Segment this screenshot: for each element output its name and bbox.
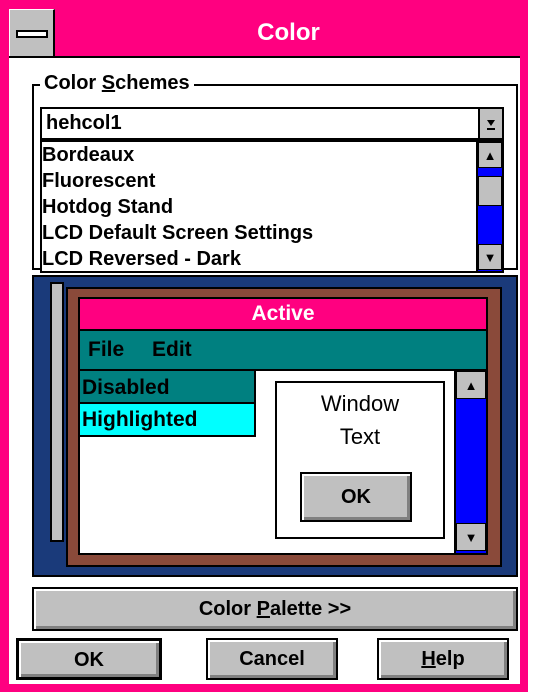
window-text-line2[interactable]: Text [275, 424, 445, 450]
menu-edit[interactable]: Edit [152, 337, 192, 363]
window-title: Color [257, 19, 320, 46]
list-item[interactable]: Bordeaux [42, 142, 134, 168]
color-palette-button[interactable]: Color Palette >> [32, 587, 518, 631]
scroll-thumb[interactable] [478, 176, 502, 206]
list-item[interactable]: LCD Default Screen Settings [42, 220, 313, 246]
preview-scrollbar[interactable]: ▲ ▼ [454, 371, 486, 553]
window-text-line1[interactable]: Window [275, 391, 445, 417]
inactive-window-preview[interactable] [50, 282, 64, 542]
up-arrow-icon[interactable]: ▲ [456, 371, 486, 399]
up-arrow-icon[interactable]: ▲ [478, 142, 502, 168]
menu-file[interactable]: File [88, 337, 124, 363]
disabled-text[interactable]: Disabled [80, 371, 256, 404]
ok-button[interactable]: OK [16, 638, 162, 680]
cancel-button[interactable]: Cancel [206, 638, 338, 680]
down-arrow-icon[interactable]: ▼ [456, 523, 486, 551]
preview-ok-button[interactable]: OK [300, 472, 412, 522]
list-item[interactable]: Fluorescent [42, 168, 155, 194]
color-scheme-selected[interactable]: hehcol1 [46, 109, 122, 138]
color-schemes-label: Color Schemes [40, 70, 194, 96]
system-menu-icon[interactable] [9, 9, 55, 56]
preview-menu-bar[interactable] [78, 331, 488, 369]
list-item[interactable]: Hotdog Stand [42, 194, 173, 220]
down-arrow-icon[interactable]: ▼ [478, 244, 502, 270]
active-title-bar[interactable]: Active [78, 297, 488, 331]
list-scrollbar[interactable]: ▲ ▼ [476, 142, 502, 271]
list-item[interactable]: LCD Reversed - Dark [42, 246, 241, 272]
dropdown-arrow-icon[interactable] [478, 109, 502, 138]
help-button[interactable]: Help [377, 638, 509, 680]
highlighted-text[interactable]: Highlighted [80, 404, 256, 437]
